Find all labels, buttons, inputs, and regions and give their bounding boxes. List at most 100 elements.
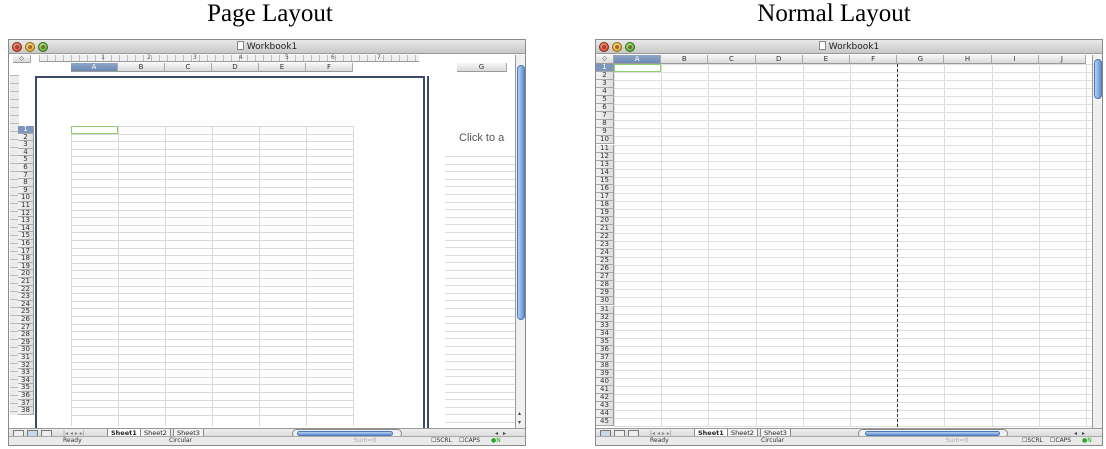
- grid-line-row: [445, 330, 515, 332]
- grid-line-col: [1086, 64, 1087, 427]
- grid-line-row: [614, 257, 1092, 259]
- status-circular: Circular: [169, 437, 193, 444]
- ruler-number: 2: [147, 54, 151, 61]
- column-header-j[interactable]: J: [1038, 55, 1086, 64]
- page-break-line: [897, 64, 898, 427]
- column-header-c[interactable]: C: [165, 63, 212, 72]
- grid-line-col: [212, 126, 213, 426]
- column-header-d[interactable]: D: [212, 63, 259, 72]
- grid-line-row: [445, 323, 515, 325]
- grid-line-row: [445, 262, 515, 264]
- grid-line-col: [708, 64, 710, 427]
- grid-line-row: [445, 414, 515, 416]
- status-caps: ☐CAPS: [1050, 437, 1072, 444]
- grid-line-row: [614, 72, 1092, 74]
- grid-line-row: [445, 406, 515, 408]
- grid-line-row: [445, 338, 515, 340]
- column-header-b[interactable]: B: [118, 63, 165, 72]
- status-scrl: ☐SCRL: [1022, 437, 1043, 444]
- scroll-down-icon[interactable]: ▾: [518, 419, 521, 426]
- grid-line-col: [306, 126, 307, 426]
- grid-line-col: [991, 64, 993, 427]
- column-header-e[interactable]: E: [802, 55, 850, 64]
- grid-line-row: [614, 289, 1092, 291]
- grid-line-col: [353, 126, 354, 426]
- header-placeholder[interactable]: Click to a: [459, 132, 504, 144]
- caption-page-layout: Page Layout: [207, 0, 333, 27]
- grid-line-row: [614, 88, 1092, 90]
- grid-line-row: [445, 346, 515, 347]
- selected-cell[interactable]: [71, 126, 118, 134]
- grid-line-row: [614, 144, 1092, 146]
- scroll-up-icon[interactable]: ▴: [518, 410, 521, 417]
- column-header-d[interactable]: D: [755, 55, 803, 64]
- grid-line-row: [614, 345, 1092, 347]
- selected-cell[interactable]: [614, 64, 662, 73]
- grid-line-row: [614, 305, 1092, 307]
- status-sum: Sum=0: [946, 437, 969, 444]
- grid-line-row: [614, 152, 1092, 154]
- status-bar: Ready Circular Sum=0 ☐SCRL ☐CAPS ●N: [596, 436, 1102, 445]
- column-header-a[interactable]: A: [614, 55, 662, 64]
- grid-line-col: [118, 126, 119, 426]
- status-bar: Ready Circular Sum=0 ☐SCRL ☐CAPS ●N: [9, 436, 525, 445]
- status-scrl: ☐SCRL: [431, 437, 452, 444]
- status-ready: Ready: [650, 437, 669, 444]
- grid-line-row: [445, 216, 515, 218]
- column-header-c[interactable]: C: [708, 55, 756, 64]
- grid-line-row: [614, 281, 1092, 283]
- select-all-button[interactable]: ◇: [13, 55, 31, 63]
- grid-line-row: [614, 361, 1092, 363]
- grid-line-row: [445, 201, 515, 203]
- grid-line-row: [614, 273, 1092, 275]
- grid-line-row: [445, 376, 515, 378]
- vertical-scrollbar[interactable]: [1092, 55, 1102, 435]
- column-header-f[interactable]: F: [850, 55, 898, 64]
- grid-line-row: [614, 377, 1092, 379]
- grid-line-row: [614, 208, 1092, 210]
- window-title-text: Workbook1: [828, 42, 880, 52]
- grid-line-row: [445, 285, 515, 287]
- grid-line-row: [445, 361, 515, 363]
- ruler-number: 6: [331, 54, 335, 61]
- grid-line-row: [445, 171, 515, 173]
- vertical-scrollbar[interactable]: ▴ ▾: [515, 55, 525, 435]
- grid-line-row: [614, 128, 1092, 130]
- column-header-f[interactable]: F: [306, 63, 353, 72]
- grid-line-row: [614, 80, 1092, 82]
- column-header-e[interactable]: E: [259, 63, 306, 72]
- grid-line-row: [614, 402, 1092, 404]
- grid-line-col: [165, 126, 166, 426]
- column-header-i[interactable]: I: [991, 55, 1039, 64]
- grid-line-row: [445, 224, 515, 226]
- grid-line-col: [944, 64, 946, 427]
- grid-line-row: [614, 168, 1092, 170]
- vertical-scroll-thumb[interactable]: [517, 65, 525, 320]
- grid-line-col: [259, 126, 260, 426]
- grid-line-row: [614, 184, 1092, 186]
- grid-line-row: [445, 315, 515, 317]
- grid-line-row: [445, 232, 515, 233]
- column-header-g[interactable]: G: [457, 63, 507, 72]
- grid-line-row: [614, 297, 1092, 299]
- grid-line-row: [445, 308, 515, 309]
- grid-line-row: [445, 209, 515, 211]
- grid-line-row: [614, 241, 1092, 243]
- column-header-b[interactable]: B: [661, 55, 709, 64]
- ruler-number: 3: [193, 54, 197, 61]
- grid-line-row: [614, 329, 1092, 331]
- grid-line-col: [614, 64, 615, 427]
- grid-line-row: [445, 247, 515, 249]
- column-header-g[interactable]: G: [897, 55, 945, 64]
- grid-line-row: [614, 418, 1092, 420]
- window-title: Workbook1: [9, 41, 525, 52]
- row-header[interactable]: 45: [596, 418, 614, 427]
- grid-line-row: [445, 254, 515, 256]
- column-header-h[interactable]: H: [944, 55, 992, 64]
- status-caps: ☐CAPS: [459, 437, 481, 444]
- vertical-scroll-thumb[interactable]: [1094, 59, 1102, 99]
- grid-line-row: [445, 194, 515, 195]
- column-header-a[interactable]: A: [71, 63, 118, 72]
- grid-line-row: [614, 369, 1092, 371]
- row-header[interactable]: 38: [18, 407, 34, 415]
